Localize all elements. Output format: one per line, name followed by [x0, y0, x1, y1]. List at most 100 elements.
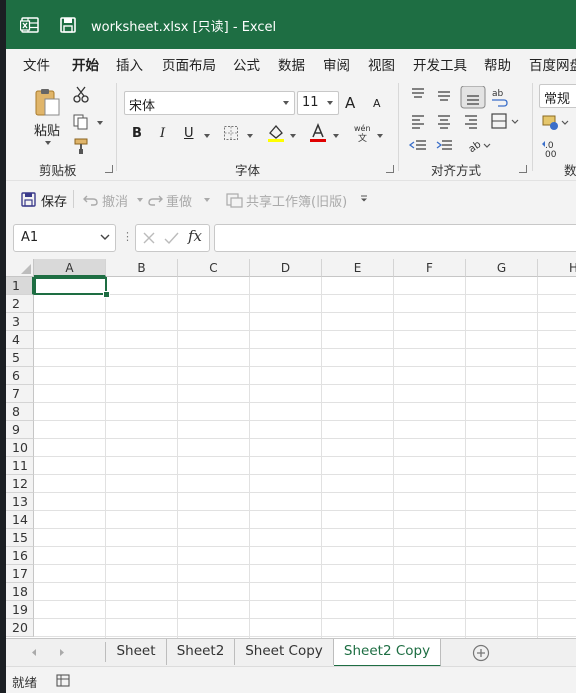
underline-dropdown-icon[interactable]	[204, 134, 210, 138]
row-header[interactable]: 14	[6, 511, 34, 529]
decrease-font-size-button[interactable]: A	[373, 97, 381, 110]
share-workbook-button[interactable]: 共享工作簿(旧版)	[246, 191, 347, 210]
scroll-tabs-left-icon[interactable]	[30, 648, 38, 657]
menu-data[interactable]: 数据	[278, 54, 305, 74]
underline-button[interactable]: U	[184, 126, 194, 141]
format-painter-icon[interactable]	[72, 137, 90, 155]
column-header[interactable]: H	[538, 259, 576, 277]
menu-formulas[interactable]: 公式	[233, 54, 260, 74]
undo-button[interactable]: 撤消	[102, 191, 128, 210]
copy-icon[interactable]	[72, 113, 90, 131]
decrease-indent-icon[interactable]	[408, 140, 426, 150]
formula-input[interactable]	[214, 224, 576, 252]
increase-indent-icon[interactable]	[436, 140, 452, 150]
align-center-icon[interactable]	[438, 115, 450, 129]
number-format-select[interactable]: 常规	[539, 84, 576, 108]
row-header[interactable]: 5	[6, 349, 34, 367]
row-header[interactable]: 19	[6, 601, 34, 619]
phonetic-dropdown-icon[interactable]	[377, 134, 383, 138]
select-all-corner[interactable]	[6, 259, 34, 277]
row-header[interactable]: 11	[6, 457, 34, 475]
bold-button[interactable]: B	[132, 126, 142, 141]
row-header[interactable]: 8	[6, 403, 34, 421]
wrap-text-icon[interactable]: ab	[492, 89, 508, 107]
column-header[interactable]: E	[322, 259, 394, 277]
border-icon[interactable]	[223, 125, 239, 141]
paste-button[interactable]: 粘贴	[34, 120, 60, 139]
save-button[interactable]: 保存	[41, 191, 67, 210]
undo-dropdown-icon[interactable]	[137, 198, 143, 202]
menu-insert[interactable]: 插入	[116, 54, 143, 74]
enter-check-icon[interactable]	[164, 231, 179, 245]
menu-file[interactable]: 文件	[23, 54, 50, 74]
fill-color-dropdown-icon[interactable]	[290, 134, 296, 138]
row-header[interactable]: 18	[6, 583, 34, 601]
redo-dropdown-icon[interactable]	[204, 198, 210, 202]
menu-home[interactable]: 开始	[72, 54, 99, 74]
undo-icon[interactable]	[83, 192, 99, 207]
row-header[interactable]: 2	[6, 295, 34, 313]
merge-center-icon[interactable]	[491, 113, 519, 129]
insert-function-button[interactable]: fx	[188, 227, 202, 245]
menu-page-layout[interactable]: 页面布局	[162, 54, 216, 74]
accessibility-icon[interactable]	[56, 674, 70, 687]
menu-help[interactable]: 帮助	[484, 54, 511, 74]
align-top-icon[interactable]	[412, 88, 424, 98]
add-sheet-icon[interactable]	[472, 644, 490, 662]
font-name-select[interactable]: 宋体	[124, 91, 295, 115]
font-size-select[interactable]: 11	[297, 91, 339, 115]
accounting-format-icon[interactable]	[542, 115, 569, 130]
sheet-tab-sheet2-copy[interactable]: Sheet2 Copy	[334, 639, 441, 667]
align-left-icon[interactable]	[412, 115, 424, 129]
scroll-tabs-right-icon[interactable]	[58, 648, 66, 657]
row-header[interactable]: 6	[6, 367, 34, 385]
column-header[interactable]: B	[106, 259, 178, 277]
menu-developer[interactable]: 开发工具	[413, 54, 467, 74]
clipboard-launcher-icon[interactable]	[105, 165, 113, 173]
row-header[interactable]: 3	[6, 313, 34, 331]
cancel-icon[interactable]	[142, 231, 156, 245]
active-cell-cursor[interactable]	[34, 277, 107, 295]
fill-handle[interactable]	[103, 291, 110, 298]
alignment-launcher-icon[interactable]	[519, 165, 527, 173]
redo-button[interactable]: 重做	[166, 191, 192, 210]
row-header[interactable]: 16	[6, 547, 34, 565]
row-header[interactable]: 7	[6, 385, 34, 403]
italic-button[interactable]: I	[160, 126, 165, 141]
fill-color-icon[interactable]	[266, 123, 286, 143]
cut-icon[interactable]	[72, 86, 90, 104]
menu-baidu-netdisk[interactable]: 百度网盘	[529, 54, 576, 74]
row-header[interactable]: 20	[6, 619, 34, 637]
increase-font-size-button[interactable]: A	[345, 94, 355, 112]
font-color-dropdown-icon[interactable]	[333, 134, 339, 138]
formula-bar-splitter[interactable]: ⋮	[122, 230, 133, 243]
sheet-tab-sheet2[interactable]: Sheet2	[167, 639, 235, 665]
phonetic-guide-icon[interactable]: wén 文	[352, 123, 374, 143]
sheet-tab-sheet[interactable]: Sheet	[106, 639, 167, 665]
align-middle-icon[interactable]	[438, 91, 450, 101]
row-header[interactable]: 1	[6, 277, 34, 295]
menu-view[interactable]: 视图	[368, 54, 395, 74]
spreadsheet-grid[interactable]: ABCDEFGH 1 2 3 4 5 6 7 8 9 10 11 12 13 14 15 16 17 18 19 20	[6, 259, 576, 638]
column-header[interactable]: G	[466, 259, 538, 277]
redo-icon[interactable]	[147, 192, 163, 207]
orientation-icon[interactable]: ab	[467, 139, 491, 155]
save-icon[interactable]	[58, 15, 78, 35]
paste-dropdown-icon[interactable]	[45, 141, 51, 145]
paste-icon[interactable]	[32, 87, 62, 117]
copy-dropdown-icon[interactable]	[97, 121, 103, 125]
row-header[interactable]: 4	[6, 331, 34, 349]
font-launcher-icon[interactable]	[386, 165, 394, 173]
increase-decimal-icon[interactable]: .0 00	[542, 141, 557, 160]
column-header[interactable]: C	[178, 259, 250, 277]
column-header[interactable]: D	[250, 259, 322, 277]
sheet-tab-sheet-copy[interactable]: Sheet Copy	[235, 639, 334, 665]
row-header[interactable]: 13	[6, 493, 34, 511]
customize-toolbar-icon[interactable]	[360, 195, 368, 203]
column-header[interactable]: A	[34, 259, 106, 277]
share-workbook-icon[interactable]	[226, 192, 243, 208]
row-header[interactable]: 15	[6, 529, 34, 547]
column-header[interactable]: F	[394, 259, 466, 277]
border-dropdown-icon[interactable]	[247, 134, 253, 138]
row-header[interactable]: 10	[6, 439, 34, 457]
